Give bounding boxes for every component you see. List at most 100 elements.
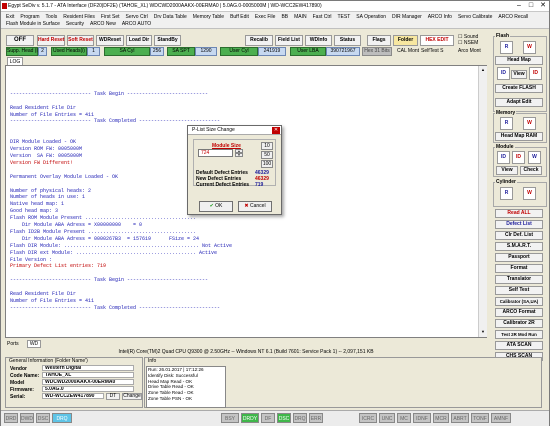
test-2r-button[interactable]: Test 2R Mod Run [495,330,543,339]
hard-reset-button[interactable]: Hard Reset [37,35,65,46]
bottom-tabs: Ports WD [7,340,47,348]
head-map-button[interactable]: Head Map [495,56,543,65]
dt-button[interactable]: DT [106,393,120,400]
module-w-icon[interactable]: W [528,151,541,164]
sa-cyl-value: 256 [150,47,164,56]
flash-id-read-icon[interactable]: ID [497,67,510,80]
menu-memory-table[interactable]: Memory Table [193,14,224,20]
defect-list-button[interactable]: Defect List [495,220,543,229]
tab-ports[interactable]: Ports [7,341,19,347]
menu-bb[interactable]: BB [281,14,288,20]
maximize-button[interactable]: □ [525,1,537,11]
menu-resident-files[interactable]: Resident Files [63,14,95,20]
step-50-button[interactable]: 50 [261,151,273,159]
log-line: --------------------------- Task Begin -… [10,90,209,97]
menu-exec-file[interactable]: Exec File [255,14,276,20]
change-button[interactable]: Change [122,393,142,400]
menu-program[interactable]: Program [20,14,39,20]
menu-security[interactable]: Security [66,21,84,27]
menu-dir-manager[interactable]: DIR Manager [392,14,422,20]
flash-write-icon[interactable]: W [523,41,536,54]
wd-reset-button[interactable]: WDReset [96,35,124,46]
menu-arco-auto[interactable]: ARCO AUTO [122,21,151,27]
flags-button[interactable]: Flags [367,35,391,46]
vendor-value: Western Digital [42,365,134,371]
adapt-edit-button[interactable]: Adapt Edit [495,98,543,107]
scroll-up-icon[interactable]: ▲ [480,67,486,73]
menu-arco-info[interactable]: ARCO Info [428,14,452,20]
cancel-icon: ✖ [244,203,249,209]
menu-flash-module[interactable]: Flash Module in Surface [6,21,60,27]
read-all-button[interactable]: Read ALL [495,209,543,218]
soft-reset-button[interactable]: Soft Reset [67,35,94,46]
menu-exit[interactable]: Exit [6,14,14,20]
ok-button[interactable]: ✔ OK [199,201,233,212]
menu-arco-new[interactable]: ARCO New [90,21,116,27]
menu-sa-operation[interactable]: SA Operation [356,14,386,20]
tab-log[interactable]: LOG [7,57,23,65]
field-list-button[interactable]: Field List [275,35,303,46]
firmware-value: 5.0AG.0 [42,386,134,392]
menu-first-set[interactable]: First Set [101,14,120,20]
passport-button[interactable]: Passport [495,253,543,262]
module-read-icon[interactable]: ID [497,151,510,164]
module-size-input[interactable]: 724 [198,149,233,157]
self-test-button[interactable]: Self Test [495,286,543,295]
menu-test[interactable]: TEST [338,14,351,20]
cancel-button[interactable]: ✖ Cancel [238,201,272,212]
step-10-button[interactable]: 10 [261,142,273,150]
menu-main[interactable]: MAIN [294,14,307,20]
flash-read-icon[interactable]: R [500,41,513,54]
log-line: Read Resident File Dir [10,291,77,298]
sa-cyl-led: SA Cyl [104,47,150,56]
cylinder-write-icon[interactable]: W [523,187,536,200]
tab-wd[interactable]: WD [27,340,41,348]
off-button[interactable]: OFF [6,35,34,46]
recalib-button[interactable]: Recalib [245,35,273,46]
menu-tools[interactable]: Tools [46,14,58,20]
module-view-button[interactable]: View [496,166,518,175]
status-button[interactable]: Status [334,35,361,46]
menu-fast-ctrl[interactable]: Fast Ctrl [313,14,332,20]
module-write-icon[interactable]: ID [512,151,525,164]
log-scrollbar[interactable]: ▲ ▼ [478,66,487,337]
minimize-button[interactable]: – [513,1,525,11]
menu-drv-data-table[interactable]: Drv Data Table [154,14,187,20]
create-flash-button[interactable]: Create FLASH [495,84,543,93]
format-button[interactable]: Format [495,264,543,273]
scroll-down-icon[interactable]: ▼ [480,329,486,335]
dialog-close-icon[interactable]: ✕ [272,127,280,134]
ata-scan-button[interactable]: ATA SCAN [495,341,543,350]
log-line: Flash ID2B Module Present ..............… [10,228,197,235]
folder-button[interactable]: Folder [393,35,418,46]
memory-write-icon[interactable]: W [523,117,536,130]
clr-def-list-button[interactable]: Clr Def. List [495,231,543,240]
step-100-button[interactable]: 100 [261,160,273,168]
menu-servo-ctrl[interactable]: Servo Ctrl [126,14,148,20]
module-check-button[interactable]: Check [520,166,542,175]
nsem-checkbox[interactable]: ☐ NSEM [458,40,478,46]
load-dir-button[interactable]: Load Dir [126,35,152,46]
memory-read-icon[interactable]: R [500,117,513,130]
hex-edit-button[interactable]: HEX EDIT [420,35,454,46]
close-button[interactable]: ✕ [537,1,549,11]
spin-down-icon[interactable]: ▼ [235,153,243,157]
sa-spt-value: 1290 [195,47,217,56]
log-line: Dir Module ABA Adress = X00000000 = 0 [10,222,143,229]
calibrator-2r-button[interactable]: Calibrator 2R [495,319,543,328]
menu-buff-edit[interactable]: Buff Edit [230,14,249,20]
flash-id-write-icon[interactable]: ID [529,67,542,80]
flash-view-button[interactable]: View [511,70,527,79]
arco-format-button[interactable]: ARCO Format [495,308,543,317]
head-map-ram-button[interactable]: Head Map RAM [495,132,543,141]
smart-button[interactable]: S.M.A.R.T. [495,242,543,251]
translator-button[interactable]: Translator [495,275,543,284]
info-list: Run: 26.01.2017 | 17:12:26 Identify Disk… [146,366,226,408]
wd-info-button[interactable]: WDInfo [305,35,332,46]
menu-servo-calibrate[interactable]: Servo Calibrate [458,14,492,20]
standby-button[interactable]: StandBy [154,35,181,46]
calibrator-sa-button[interactable]: Calibrator (SA,UA) [495,297,543,306]
menu-arco-recall[interactable]: ARCO Recall [498,14,528,20]
cylinder-read-icon[interactable]: R [500,187,513,200]
